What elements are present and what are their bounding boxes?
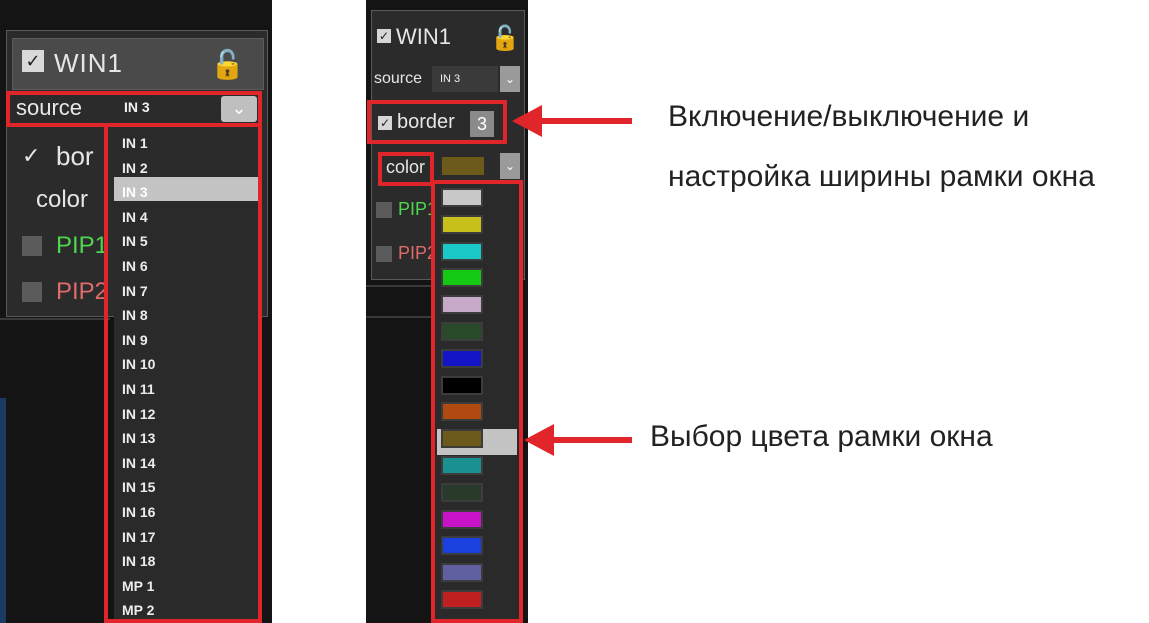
- unlock-icon[interactable]: 🔓: [490, 24, 520, 53]
- right-source-value[interactable]: IN 3: [440, 73, 460, 85]
- color-list-highlight-box: [431, 180, 523, 623]
- right-window-enable-checkbox[interactable]: ✓: [377, 29, 391, 43]
- left-window-title: WIN1: [54, 48, 123, 78]
- source-highlight-box: [6, 91, 262, 127]
- arrow-border-icon: [512, 105, 542, 137]
- check-icon: ✓: [22, 143, 41, 168]
- unlock-icon[interactable]: 🔓: [210, 48, 245, 81]
- arrow-color-icon: [524, 424, 554, 456]
- current-color-swatch[interactable]: [442, 157, 484, 175]
- left-blue-stripe: [0, 398, 6, 623]
- color-note: Выбор цвета рамки окна: [650, 420, 993, 453]
- border-note-line2: настройка ширины рамки окна: [668, 160, 1095, 193]
- right-pip2-checkbox[interactable]: [376, 246, 392, 262]
- source-list-highlight-box: [104, 124, 262, 623]
- chevron-down-icon[interactable]: ⌄: [500, 66, 520, 92]
- arrow-border-line: [540, 118, 632, 124]
- left-pip2-label: PIP2: [56, 278, 109, 305]
- right-pip1-checkbox[interactable]: [376, 202, 392, 218]
- arrow-color-line: [552, 437, 632, 443]
- check-icon: ✓: [378, 29, 390, 43]
- border-highlight-box: [367, 100, 507, 144]
- left-pip2-checkbox[interactable]: [22, 282, 42, 302]
- right-divider-2: [366, 316, 434, 318]
- chevron-down-icon[interactable]: ⌄: [500, 153, 520, 179]
- left-border-checkbox[interactable]: ✓: [22, 143, 40, 169]
- left-color-label: color: [36, 186, 89, 213]
- left-pip1-label: PIP1: [56, 232, 109, 259]
- right-divider: [366, 285, 434, 287]
- left-pip1-checkbox[interactable]: [22, 236, 42, 256]
- left-border-label: bor: [56, 141, 94, 171]
- left-window-enable-checkbox[interactable]: ✓: [22, 50, 44, 72]
- right-window-title: WIN1: [396, 24, 451, 49]
- check-icon: ✓: [25, 51, 41, 71]
- border-note-line1: Включение/выключение и: [668, 100, 1030, 133]
- right-source-label: source: [374, 70, 423, 87]
- left-divider: [0, 318, 110, 320]
- color-label-highlight-box: [378, 152, 434, 186]
